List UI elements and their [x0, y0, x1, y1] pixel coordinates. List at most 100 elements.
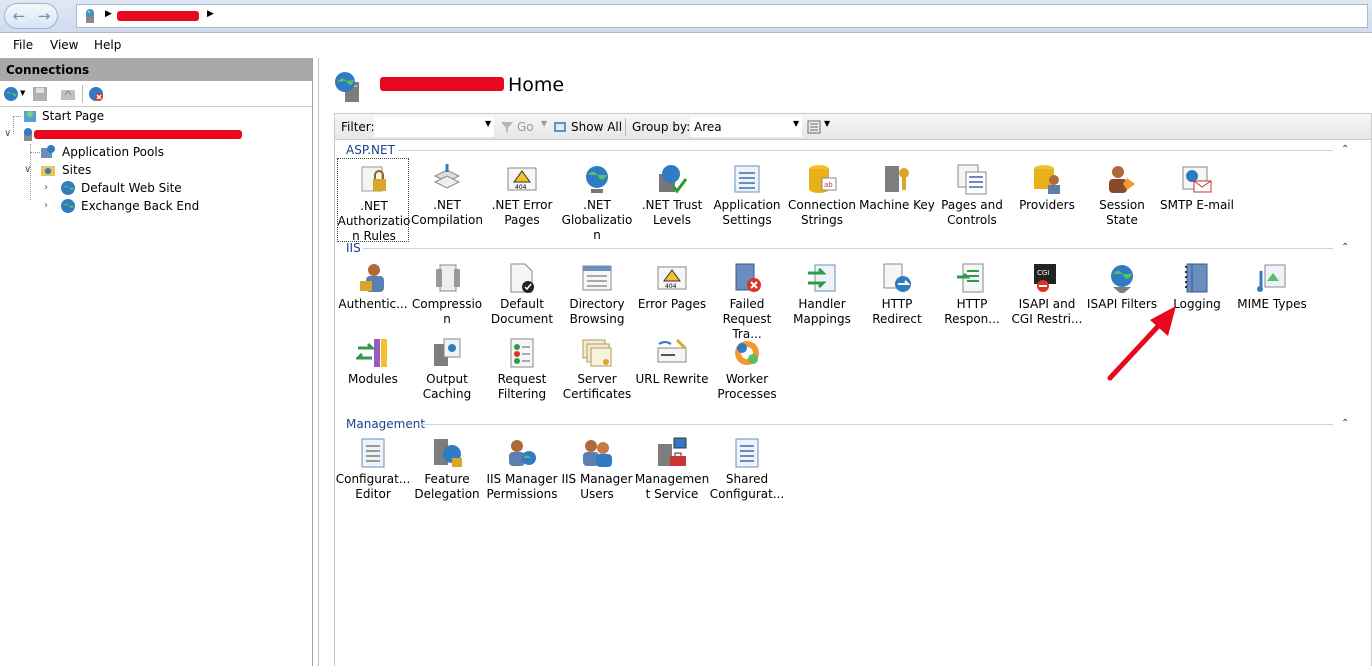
disconnect-icon[interactable] — [88, 86, 104, 102]
pages-controls-icon — [957, 164, 987, 195]
key-icon — [885, 166, 909, 192]
feature-error-pages[interactable]: 404 Error Pages — [636, 257, 708, 341]
funnel-icon — [501, 122, 513, 133]
feature-net-trust-levels[interactable]: .NET Trust Levels — [636, 158, 708, 242]
forward-button[interactable]: → — [33, 7, 55, 25]
website-globe-icon — [61, 181, 75, 195]
website-globe-icon — [61, 199, 75, 213]
feature-machine-key[interactable]: Machine Key — [859, 158, 935, 242]
expand-chevron-icon[interactable]: › — [44, 200, 48, 211]
menu-view[interactable]: View — [50, 38, 78, 52]
breadcrumb-chevron-icon: ▶ — [105, 9, 112, 19]
connections-toolbar: ▼ — [0, 81, 312, 107]
feature-providers[interactable]: Providers — [1011, 158, 1083, 242]
group-by-dropdown-icon[interactable]: ▼ — [793, 119, 799, 128]
feature-directory-browsing[interactable]: Directory Browsing — [561, 257, 633, 341]
feature-worker-processes[interactable]: Worker Processes — [711, 332, 783, 416]
svg-text:CGI: CGI — [1037, 269, 1049, 277]
back-button[interactable]: ← — [8, 7, 30, 25]
collapse-chevron-icon[interactable]: ∨ — [24, 164, 31, 175]
feature-iis-manager-users[interactable]: IIS Manager Users — [561, 432, 633, 516]
svg-text:404: 404 — [515, 184, 527, 191]
collapse-group-icon[interactable]: ⌃ — [1341, 144, 1349, 155]
svg-text:404: 404 — [665, 283, 677, 290]
up-level-icon[interactable] — [60, 86, 76, 102]
feature-handler-mappings[interactable]: Handler Mappings — [786, 257, 858, 341]
feature-smtp-email[interactable]: SMTP E-mail — [1160, 158, 1234, 242]
application-pools-icon — [41, 145, 55, 158]
feature-application-settings[interactable]: Application Settings — [711, 158, 783, 242]
modules-icon — [356, 339, 387, 367]
feature-compression[interactable]: Compression — [411, 257, 483, 341]
feature-shared-configuration[interactable]: Shared Configurat... — [710, 432, 784, 516]
dropdown-arrow-icon[interactable]: ▼ — [20, 89, 25, 97]
feature-output-caching[interactable]: Output Caching — [411, 332, 483, 416]
go-button[interactable]: Go — [517, 120, 534, 134]
response-headers-icon — [957, 263, 984, 293]
breadcrumb-chevron-icon: ▶ — [207, 9, 214, 19]
filter-input[interactable] — [374, 117, 494, 137]
feature-isapi-cgi-restrictions[interactable]: CGI ISAPI and CGI Restri... — [1011, 257, 1083, 341]
feature-default-document[interactable]: Default Document — [486, 257, 558, 341]
menu-help[interactable]: Help — [94, 38, 121, 52]
feature-net-compilation[interactable]: .NET Compilation — [411, 158, 483, 242]
expand-chevron-icon[interactable]: › — [44, 182, 48, 193]
output-caching-icon — [434, 338, 461, 366]
manager-users-icon — [583, 440, 612, 467]
database-icon: ab — [809, 165, 837, 193]
server-home-icon — [335, 72, 359, 102]
document-check-icon — [510, 263, 534, 293]
save-icon[interactable] — [32, 86, 48, 102]
request-filtering-icon — [510, 338, 534, 368]
feature-http-response-headers[interactable]: HTTP Respon... — [936, 257, 1008, 341]
feature-net-globalization[interactable]: .NET Globalization — [561, 158, 633, 242]
feature-session-state[interactable]: Session State — [1086, 158, 1158, 242]
feature-net-error-pages[interactable]: 404 .NET Error Pages — [486, 158, 558, 242]
show-all-button[interactable]: Show All — [571, 120, 622, 134]
connections-header: Connections — [0, 58, 312, 81]
filter-dropdown-icon[interactable]: ▼ — [485, 119, 491, 128]
url-rewrite-icon — [657, 338, 687, 363]
feature-authentication[interactable]: Authentic... — [337, 257, 409, 341]
handler-arrows-icon — [808, 264, 836, 292]
compression-clamp-icon — [436, 264, 460, 292]
connect-globe-icon[interactable] — [3, 86, 19, 102]
collapse-group-icon[interactable]: ⌃ — [1341, 418, 1349, 429]
authentication-icon — [360, 264, 384, 292]
filter-toolbar: Filter: ▼ Go ▼ Show All Group by: Area ▼… — [334, 113, 1372, 140]
feature-configuration-editor[interactable]: Configurat... Editor — [336, 432, 410, 516]
feature-connection-strings[interactable]: ab Connection Strings — [786, 158, 858, 242]
worker-processes-icon — [735, 341, 759, 365]
feature-pages-and-controls[interactable]: Pages and Controls — [936, 158, 1008, 242]
feature-net-authorization-rules[interactable]: .NET Authorization Rules — [337, 158, 410, 243]
address-field[interactable]: ▶ ▶ — [76, 4, 1368, 28]
feature-management-service[interactable]: Management Service — [635, 432, 709, 516]
feature-modules[interactable]: Modules — [337, 332, 409, 416]
server-icon — [86, 9, 94, 23]
redacted-server-name — [380, 77, 504, 91]
page-title: Home — [508, 74, 565, 96]
settings-list-icon — [734, 165, 760, 193]
feature-url-rewrite[interactable]: URL Rewrite — [636, 332, 708, 416]
menu-file[interactable]: File — [13, 38, 33, 52]
feature-feature-delegation[interactable]: Feature Delegation — [411, 432, 483, 516]
feature-request-filtering[interactable]: Request Filtering — [486, 332, 558, 416]
view-mode-icon[interactable] — [807, 120, 821, 134]
redacted-server-name — [117, 11, 199, 21]
view-mode-dropdown-icon[interactable]: ▼ — [824, 119, 830, 128]
feature-http-redirect[interactable]: HTTP Redirect — [861, 257, 933, 341]
group-header-aspnet: ASP.NET — [346, 143, 395, 157]
group-by-select[interactable]: Area — [690, 117, 802, 137]
shared-configuration-icon — [735, 438, 759, 468]
menu-bar: File View Help — [0, 33, 1372, 57]
collapse-group-icon[interactable]: ⌃ — [1341, 242, 1349, 253]
feature-mime-types[interactable]: MIME Types — [1236, 257, 1308, 341]
directory-browsing-icon — [582, 265, 612, 291]
error-page-404-icon: 404 — [507, 167, 537, 191]
feature-server-certificates[interactable]: Server Certificates — [561, 332, 633, 416]
go-dropdown-icon[interactable]: ▼ — [541, 119, 547, 128]
compilation-icon — [433, 164, 461, 189]
feature-failed-request-tracing[interactable]: Failed Request Tra... — [711, 257, 783, 341]
feature-iis-manager-permissions[interactable]: IIS Manager Permissions — [486, 432, 558, 516]
collapse-chevron-icon[interactable]: ∨ — [4, 128, 11, 139]
